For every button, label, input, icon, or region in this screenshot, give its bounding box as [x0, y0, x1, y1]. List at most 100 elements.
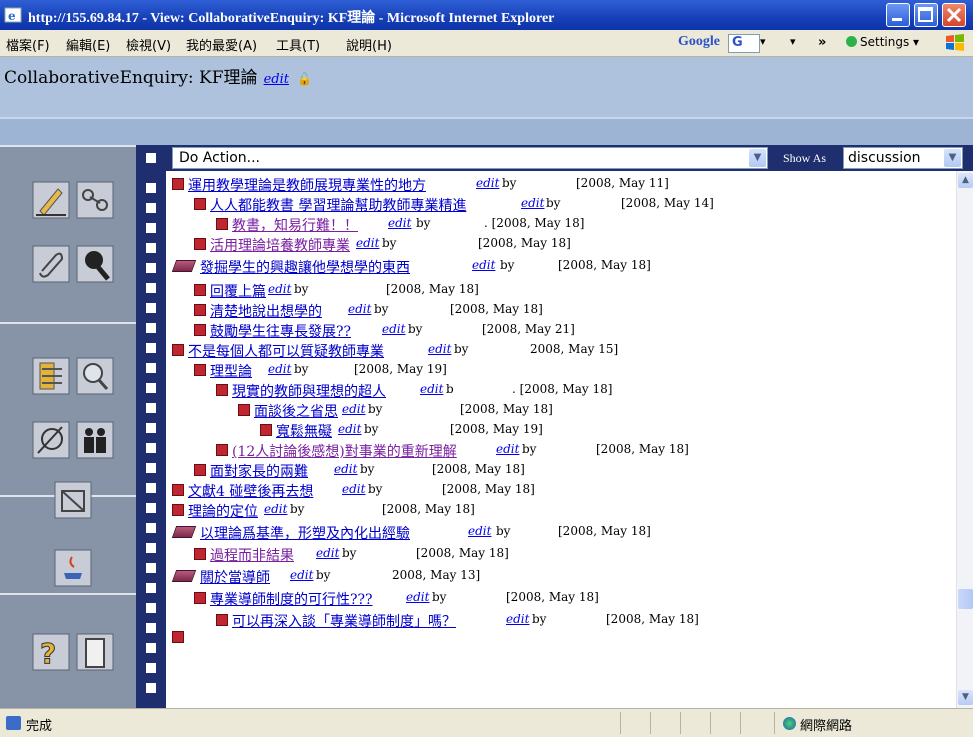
row-checkbox[interactable]: [146, 563, 156, 573]
row-checkbox[interactable]: [146, 443, 156, 453]
scrollbar-thumb[interactable]: [958, 589, 973, 609]
note-icon[interactable]: [216, 444, 228, 456]
note-icon[interactable]: [172, 484, 184, 496]
settings-button[interactable]: Settings ▾: [846, 35, 919, 49]
note-edit-link[interactable]: edit: [506, 612, 529, 626]
menu-favorites[interactable]: 我的最愛(A): [186, 35, 257, 54]
row-checkbox[interactable]: [146, 523, 156, 533]
note-icon[interactable]: [216, 384, 228, 396]
note-icon[interactable]: [194, 238, 206, 250]
row-checkbox[interactable]: [146, 303, 156, 313]
note-title-link[interactable]: 關於當導師: [200, 567, 270, 587]
vertical-scrollbar[interactable]: ▲ ▼: [956, 171, 973, 708]
note-icon[interactable]: [238, 404, 250, 416]
note-icon[interactable]: [194, 364, 206, 376]
note-icon[interactable]: [194, 324, 206, 336]
menu-tools[interactable]: 工具(T): [276, 35, 320, 54]
search-icon[interactable]: [76, 245, 114, 283]
note-edit-link[interactable]: edit: [342, 482, 365, 496]
note-title-link[interactable]: 鼓勵學生往專長發展??: [210, 321, 351, 341]
do-action-select[interactable]: Do Action... ▼: [172, 147, 768, 169]
row-checkbox[interactable]: [146, 223, 156, 233]
note-edit-link[interactable]: edit: [472, 258, 495, 272]
row-checkbox[interactable]: [146, 263, 156, 273]
row-checkbox[interactable]: [146, 623, 156, 633]
note-icon[interactable]: [260, 424, 272, 436]
note-edit-link[interactable]: edit: [476, 176, 499, 190]
note-title-link[interactable]: 清楚地說出想學的: [210, 301, 322, 321]
note-title-link[interactable]: 寬鬆無礙: [276, 421, 332, 441]
note-title-link[interactable]: (12人討論後感想)對事業的重新理解: [232, 441, 457, 461]
note-edit-link[interactable]: edit: [496, 442, 519, 456]
help-icon[interactable]: ?: [32, 633, 70, 671]
scroll-up-icon[interactable]: ▲: [958, 173, 973, 188]
note-edit-link[interactable]: edit: [428, 342, 451, 356]
note-icon[interactable]: [194, 592, 206, 604]
row-checkbox[interactable]: [146, 483, 156, 493]
note-title-link[interactable]: 運用教學理論是教師展現專業性的地方: [188, 175, 426, 195]
note-edit-link[interactable]: edit: [290, 568, 313, 582]
drawing-icon[interactable]: [54, 481, 92, 519]
note-edit-link[interactable]: edit: [382, 322, 405, 336]
exit-door-icon[interactable]: [76, 633, 114, 671]
note-icon[interactable]: [194, 198, 206, 210]
show-as-select[interactable]: discussion ▼: [843, 147, 963, 169]
dropdown-chevron-icon[interactable]: ▾: [790, 35, 796, 48]
view-edit-link[interactable]: edit: [264, 72, 289, 87]
note-icon[interactable]: [194, 464, 206, 476]
row-checkbox[interactable]: [146, 183, 156, 193]
minimize-button[interactable]: [886, 3, 910, 27]
note-icon[interactable]: [194, 284, 206, 296]
menu-help[interactable]: 說明(H): [346, 35, 392, 54]
note-edit-link[interactable]: edit: [521, 196, 544, 210]
note-edit-link[interactable]: edit: [342, 402, 365, 416]
row-checkbox[interactable]: [146, 423, 156, 433]
row-checkbox[interactable]: [146, 363, 156, 373]
row-checkbox[interactable]: [146, 383, 156, 393]
note-title-link[interactable]: 現實的教師與理想的超人: [232, 381, 386, 401]
close-button[interactable]: [942, 3, 966, 27]
note-title-link[interactable]: 文獻4 碰壁後再去想: [188, 481, 313, 501]
note-title-link[interactable]: 專業導師制度的可行性???: [210, 589, 373, 609]
note-icon[interactable]: [172, 344, 184, 356]
note-icon[interactable]: [172, 504, 184, 516]
maximize-button[interactable]: [914, 3, 938, 27]
row-checkbox[interactable]: [146, 343, 156, 353]
note-edit-link[interactable]: edit: [264, 502, 287, 516]
note-icon[interactable]: [194, 304, 206, 316]
build-on-note-icon[interactable]: [171, 260, 197, 272]
row-checkbox[interactable]: [146, 603, 156, 613]
view-icon[interactable]: [32, 421, 70, 459]
note-title-link[interactable]: 人人都能教書 學習理論幫助教師專業精進: [210, 195, 466, 215]
row-checkbox[interactable]: [146, 503, 156, 513]
note-edit-link[interactable]: edit: [406, 590, 429, 604]
row-checkbox[interactable]: [146, 683, 156, 693]
note-title-link[interactable]: 發掘學生的興趣讓他學想學的東西: [200, 257, 410, 277]
note-title-link[interactable]: 活用理論培養教師專業: [210, 235, 350, 255]
note-edit-link[interactable]: edit: [468, 524, 491, 538]
build-on-note-icon[interactable]: [171, 570, 197, 582]
scroll-down-icon[interactable]: ▼: [958, 690, 973, 705]
note-title-link[interactable]: 可以再深入談「專業導師制度」嗎？: [232, 611, 456, 631]
build-on-note-icon[interactable]: [171, 526, 197, 538]
row-checkbox[interactable]: [146, 463, 156, 473]
java-icon[interactable]: [54, 549, 92, 587]
row-checkbox[interactable]: [146, 203, 156, 213]
note-title-link[interactable]: 過程而非結果: [210, 545, 294, 565]
menu-edit[interactable]: 編輯(E): [66, 35, 110, 54]
note-title-link[interactable]: 面談後之省思: [254, 401, 338, 421]
note-title-link[interactable]: 理型論: [210, 361, 252, 381]
row-checkbox[interactable]: [146, 323, 156, 333]
chevron-down-icon[interactable]: ▼: [944, 149, 961, 167]
row-checkbox[interactable]: [146, 283, 156, 293]
note-edit-link[interactable]: edit: [420, 382, 443, 396]
note-edit-link[interactable]: edit: [388, 216, 411, 230]
chevron-down-icon[interactable]: ▼: [749, 149, 766, 167]
note-edit-link[interactable]: edit: [268, 282, 291, 296]
note-edit-link[interactable]: edit: [268, 362, 291, 376]
row-checkbox[interactable]: [146, 663, 156, 673]
note-edit-link[interactable]: edit: [338, 422, 361, 436]
scaffold-icon[interactable]: [32, 357, 70, 395]
row-checkbox[interactable]: [146, 403, 156, 413]
note-edit-link[interactable]: edit: [348, 302, 371, 316]
